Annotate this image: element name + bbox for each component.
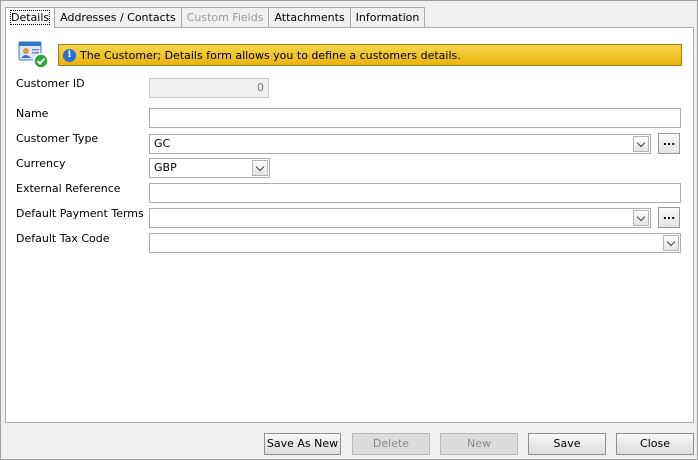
info-banner: i The Customer; Details form allows you … [58,44,682,66]
delete-button: Delete [352,433,430,455]
default-payment-terms-label: Default Payment Terms [16,207,144,220]
tab-custom-fields: Custom Fields [180,7,270,27]
chevron-down-icon[interactable] [633,210,649,226]
tab-addresses-contacts[interactable]: Addresses / Contacts [54,7,182,27]
customer-type-label: Customer Type [16,132,99,145]
save-as-new-button[interactable]: Save As New [264,433,341,455]
info-icon: i [63,48,76,62]
currency-label: Currency [16,157,66,170]
customer-type-lookup-button[interactable]: ... [658,133,680,154]
customer-type-value: GC [154,137,171,150]
tab-attachments[interactable]: Attachments [268,7,351,27]
chevron-down-icon[interactable] [252,160,268,176]
external-reference-label: External Reference [16,182,121,195]
customer-type-select[interactable]: GC [149,134,651,154]
customer-id-field: 0 [149,78,269,98]
tab-information[interactable]: Information [349,7,426,27]
currency-value: GBP [154,161,177,174]
details-panel: i The Customer; Details form allows you … [5,27,694,423]
tab-strip: Details Addresses / Contacts Custom Fiel… [5,7,426,28]
currency-select[interactable]: GBP [149,158,270,178]
tab-details[interactable]: Details [5,7,56,28]
customer-card-check-icon [18,40,50,70]
external-reference-field[interactable] [149,183,681,203]
default-tax-code-select[interactable] [149,233,681,253]
chevron-down-icon[interactable] [663,235,679,251]
close-button[interactable]: Close [616,433,694,455]
save-button[interactable]: Save [528,433,606,455]
payment-terms-lookup-button[interactable]: ... [658,207,680,228]
default-payment-terms-select[interactable] [149,208,651,228]
default-tax-code-label: Default Tax Code [16,232,110,245]
name-field[interactable] [149,108,681,128]
customer-details-window: Details Addresses / Contacts Custom Fiel… [0,0,698,460]
name-label: Name [16,107,49,120]
new-button: New [440,433,518,455]
info-message: The Customer; Details form allows you to… [80,48,461,62]
customer-id-label: Customer ID [16,77,85,90]
chevron-down-icon[interactable] [633,136,649,152]
